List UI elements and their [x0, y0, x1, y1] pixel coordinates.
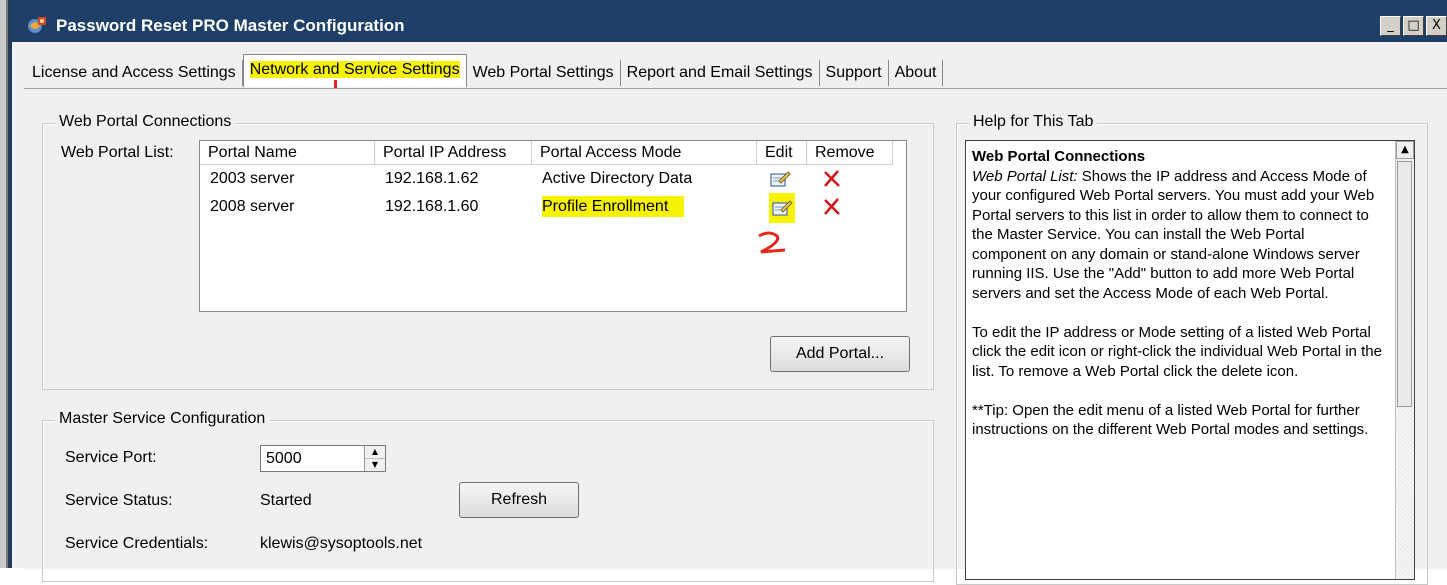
- portal-mode-highlight: Profile Enrollment: [542, 196, 685, 217]
- tab-report-email[interactable]: Report and Email Settings: [621, 60, 820, 86]
- table-row[interactable]: 2008 server 192.168.1.60 Profile Enrollm…: [200, 193, 893, 223]
- help-heading: Web Portal Connections: [972, 148, 1146, 165]
- window-title: Password Reset PRO Master Configuration: [56, 16, 405, 35]
- service-status-value: Started: [260, 492, 312, 509]
- caption-buttons: _ □ X: [1378, 16, 1447, 36]
- column-portal-name[interactable]: Portal Name: [200, 141, 375, 165]
- annotation-mark-2: [758, 231, 786, 254]
- portal-name-cell: 2008 server: [210, 198, 295, 215]
- tab-network-service[interactable]: Network and Service Settings: [242, 54, 467, 87]
- tab-strip: License and Access Settings Network and …: [26, 54, 944, 87]
- column-edit[interactable]: Edit: [757, 141, 807, 165]
- tab-network-service-label: Network and Service Settings: [249, 61, 460, 78]
- web-portal-list[interactable]: Portal Name Portal IP Address Portal Acc…: [199, 140, 907, 312]
- scroll-up-icon[interactable]: ▲: [1396, 141, 1414, 159]
- window-top-border: [0, 0, 1447, 8]
- tab-web-portal[interactable]: Web Portal Settings: [467, 60, 621, 86]
- service-status-label: Service Status:: [65, 492, 173, 509]
- remove-cell: [807, 165, 893, 193]
- spin-buttons: ▲ ▼: [364, 446, 385, 471]
- window-left-border: [0, 0, 12, 568]
- service-port-stepper[interactable]: 5000 ▲ ▼: [260, 445, 386, 472]
- tab-support[interactable]: Support: [820, 60, 889, 86]
- edit-icon[interactable]: [769, 169, 791, 189]
- service-port-label: Service Port:: [65, 449, 157, 466]
- spin-up-icon[interactable]: ▲: [365, 446, 385, 459]
- portal-ip-cell: 192.168.1.60: [385, 198, 479, 215]
- master-service-title: Master Service Configuration: [55, 410, 270, 428]
- service-credentials-value: klewis@sysoptools.net: [260, 535, 423, 552]
- help-paragraph-3: **Tip: Open the edit menu of a listed We…: [972, 401, 1369, 439]
- add-portal-button[interactable]: Add Portal...: [770, 336, 910, 372]
- scroll-thumb[interactable]: [1397, 161, 1412, 407]
- portal-mode-cell: Profile Enrollment: [532, 193, 757, 221]
- portal-ip-cell: 192.168.1.62: [385, 170, 479, 187]
- web-portal-connections-title: Web Portal Connections: [55, 113, 236, 131]
- portal-name-cell: 2003 server: [210, 170, 295, 187]
- service-port-value: 5000: [266, 450, 302, 467]
- edit-icon[interactable]: [771, 198, 793, 218]
- tab-license-access[interactable]: License and Access Settings: [26, 60, 243, 86]
- delete-icon[interactable]: [821, 169, 843, 189]
- help-group-title: Help for This Tab: [969, 113, 1098, 131]
- help-paragraph-2: To edit the IP address or Mode setting o…: [972, 323, 1382, 380]
- edit-highlight: [769, 193, 795, 223]
- minimize-button[interactable]: _: [1380, 16, 1401, 36]
- master-service-group: Master Service Configuration Service Por…: [42, 410, 934, 582]
- web-portal-list-header: Portal Name Portal IP Address Portal Acc…: [200, 141, 893, 165]
- help-scrollbar[interactable]: ▲: [1395, 141, 1414, 579]
- column-portal-ip[interactable]: Portal IP Address: [375, 141, 532, 165]
- close-button[interactable]: X: [1426, 16, 1447, 36]
- tab-panel: Web Portal Connections Web Portal List: …: [24, 88, 1447, 585]
- help-paragraph-1: Web Portal List: Shows the IP address an…: [972, 167, 1382, 304]
- service-credentials-label: Service Credentials:: [65, 535, 209, 552]
- column-portal-access-mode[interactable]: Portal Access Mode: [532, 141, 757, 165]
- portal-mode-cell: Active Directory Data: [542, 170, 693, 187]
- help-content: Web Portal Connections Web Portal List: …: [972, 147, 1382, 459]
- dialog-client-area: License and Access Settings Network and …: [12, 42, 1447, 585]
- remove-cell: [807, 193, 893, 221]
- help-text-box[interactable]: Web Portal Connections Web Portal List: …: [965, 140, 1415, 580]
- edit-cell: [757, 165, 807, 193]
- web-portal-list-label: Web Portal List:: [61, 144, 174, 161]
- spin-down-icon[interactable]: ▼: [365, 459, 385, 472]
- maximize-button[interactable]: □: [1403, 16, 1424, 36]
- edit-cell: [757, 193, 807, 223]
- delete-icon[interactable]: [821, 197, 843, 217]
- web-portal-connections-group: Web Portal Connections Web Portal List: …: [42, 113, 934, 390]
- table-row[interactable]: 2003 server 192.168.1.62 Active Director…: [200, 165, 893, 193]
- help-group: Help for This Tab Web Portal Connections…: [956, 113, 1428, 585]
- column-remove[interactable]: Remove: [807, 141, 893, 165]
- refresh-button[interactable]: Refresh: [459, 482, 579, 518]
- app-icon: [28, 17, 46, 33]
- tab-about[interactable]: About: [889, 60, 944, 86]
- help-paragraph-1-text: Shows the IP address and Access Mode of …: [972, 167, 1375, 302]
- help-italic-term: Web Portal List:: [972, 167, 1078, 185]
